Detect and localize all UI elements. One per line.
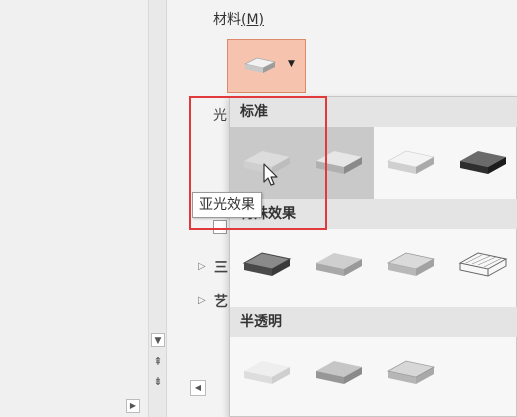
material-label: 材料(M): [213, 9, 264, 29]
material-tile-plastic[interactable]: [302, 337, 374, 409]
gallery-row-translucent: [230, 337, 517, 409]
material-label-text: 材料: [213, 12, 241, 28]
warm-matte-material-icon: [387, 150, 435, 174]
material-tile-wireframe[interactable]: [446, 229, 517, 301]
material-dropdown-button[interactable]: ▼: [227, 39, 306, 93]
lighting-label-fragment: 光: [213, 108, 227, 124]
powder-material-icon: [386, 252, 436, 276]
section-header-translucent: 半透明: [230, 307, 517, 337]
material-tile-matte[interactable]: [302, 127, 374, 199]
checkbox[interactable]: [213, 220, 227, 234]
material-tile-soft-edge[interactable]: [302, 229, 374, 301]
material-tile-hard-edge[interactable]: [446, 127, 517, 199]
translucent-powder-material-icon: [244, 361, 290, 384]
left-pane: [0, 0, 148, 417]
scroll-left-button[interactable]: ◀: [190, 380, 206, 396]
chevron-down-icon: ▼: [288, 59, 295, 69]
matte-material-icon: [316, 151, 362, 174]
material-tile-warm-matte[interactable]: [374, 127, 446, 199]
material-accelerator: (M): [241, 12, 265, 28]
tooltip: 亚光效果: [192, 192, 262, 218]
material-swatch-icon: [243, 57, 277, 73]
mouse-cursor-icon: [263, 163, 278, 186]
page-up-icon[interactable]: ⇞: [151, 355, 165, 369]
section-header-standard: 标准: [230, 97, 517, 127]
vertical-scrollbar[interactable]: ▼ ⇞ ⇟: [148, 0, 166, 417]
section-header-special: 特殊效果: [230, 199, 517, 229]
section-fragment-4: 艺: [214, 294, 228, 310]
material-tile-clear[interactable]: [374, 337, 446, 409]
material-gallery: 标准 特殊效果 半透明: [229, 96, 517, 417]
page-down-icon[interactable]: ⇟: [151, 375, 165, 389]
expand-arrow-icon[interactable]: ▷: [198, 295, 206, 306]
material-tile-powder[interactable]: [374, 229, 446, 301]
scroll-right-button[interactable]: ▶: [126, 399, 140, 413]
material-tile-translucent-powder[interactable]: [230, 337, 302, 409]
hard-edge-material-icon: [460, 151, 506, 174]
soft-edge-material-icon: [316, 253, 362, 276]
expand-arrow-icon[interactable]: ▷: [198, 261, 206, 272]
dark-edge-material-icon: [242, 252, 292, 276]
material-tile-dark-edge[interactable]: [230, 229, 302, 301]
section-fragment-3: 三: [214, 260, 228, 276]
clear-material-icon: [386, 360, 436, 384]
plastic-material-icon: [316, 361, 362, 384]
scroll-down-button[interactable]: ▼: [151, 333, 165, 347]
gallery-row-special: [230, 229, 517, 301]
wireframe-material-icon: [458, 252, 508, 277]
